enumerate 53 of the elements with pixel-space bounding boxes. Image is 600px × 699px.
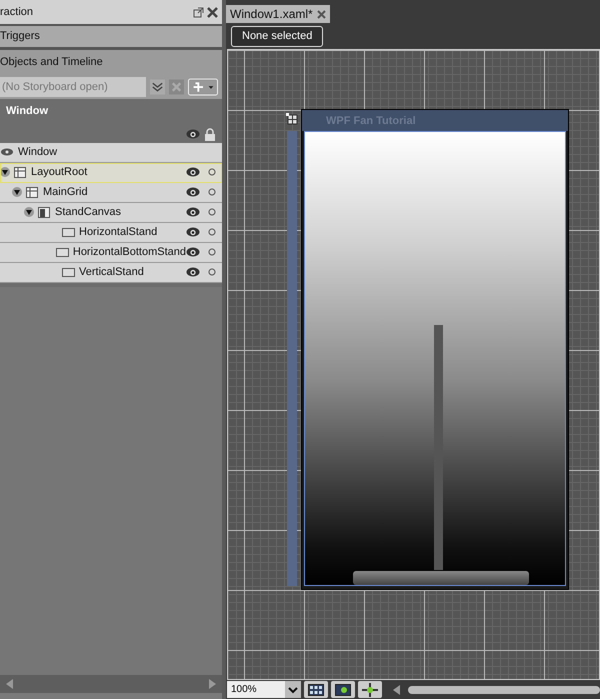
storyboard-field[interactable]: (No Storyboard open) — [0, 76, 146, 96]
close-icon[interactable] — [316, 10, 326, 18]
circle-icon[interactable] — [208, 168, 216, 176]
eye-icon[interactable] — [186, 128, 200, 140]
tree-item[interactable]: VerticalStand — [0, 262, 222, 282]
add-dropdown-icon[interactable] — [188, 78, 218, 96]
eye-icon[interactable] — [186, 186, 200, 198]
tree-item[interactable]: StandCanvas — [0, 202, 222, 222]
expanded-arrow-icon[interactable] — [24, 207, 34, 217]
selection-button[interactable]: None selected — [231, 26, 324, 46]
tree-item[interactable]: MainGrid — [0, 182, 222, 202]
eye-icon[interactable] — [186, 266, 200, 278]
circle-icon[interactable] — [208, 268, 216, 276]
zoom-field[interactable]: 100% — [227, 681, 285, 698]
section-header[interactable]: Triggers — [0, 28, 40, 45]
scope-label: Window — [6, 104, 48, 116]
tree-item[interactable]: HorizontalStand — [0, 222, 222, 242]
popout-icon[interactable] — [193, 6, 204, 18]
eye-icon — [0, 146, 14, 158]
canvas-icon — [38, 206, 51, 218]
lock-icon[interactable] — [204, 128, 216, 140]
snap-lines-button[interactable] — [358, 681, 382, 698]
eye-icon[interactable] — [186, 166, 200, 178]
grid-toggle-button[interactable] — [304, 681, 328, 698]
grid-icon[interactable] — [286, 112, 298, 124]
tree-item[interactable]: Window — [0, 142, 222, 162]
circle-icon[interactable] — [208, 188, 216, 196]
rectangle-icon — [56, 246, 69, 258]
scroll-left-icon[interactable] — [393, 684, 400, 694]
grid-icon — [308, 684, 324, 696]
eye-icon[interactable] — [186, 246, 200, 258]
tree-item[interactable]: HorizontalBottomStand — [0, 242, 222, 262]
rectangle-icon — [62, 266, 75, 278]
close-icon[interactable] — [207, 6, 218, 18]
grid-icon — [14, 166, 27, 178]
circle-icon[interactable] — [208, 248, 216, 256]
circle-icon[interactable] — [208, 228, 216, 236]
rectangle-icon — [62, 226, 75, 238]
tree-item[interactable]: LayoutRoot — [0, 162, 222, 182]
circle-icon[interactable] — [208, 208, 216, 216]
expanded-arrow-icon[interactable] — [12, 187, 22, 197]
eye-icon[interactable] — [186, 226, 200, 238]
section-header[interactable]: Objects and Timeline — [0, 54, 222, 70]
chevron-down-icon[interactable] — [150, 78, 165, 94]
scrollbar-thumb[interactable] — [408, 686, 600, 694]
grid-icon — [26, 186, 39, 198]
dropdown-caret-icon[interactable] — [285, 681, 301, 698]
snap-grid-button[interactable] — [331, 681, 355, 698]
expanded-arrow-icon[interactable] — [0, 167, 10, 177]
crosshair-icon — [362, 682, 378, 696]
document-tab[interactable]: Window1.xaml* — [226, 5, 330, 23]
snap-icon — [335, 684, 351, 696]
eye-icon[interactable] — [186, 206, 200, 218]
